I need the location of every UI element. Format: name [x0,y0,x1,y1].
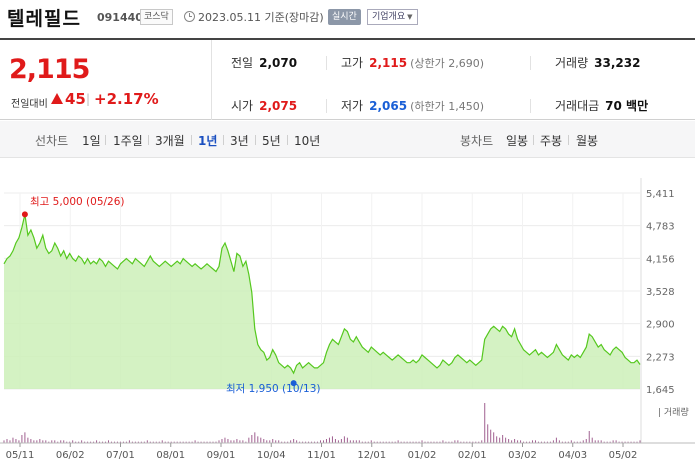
y-tick-label: 4,783 [646,222,675,233]
high-point-marker [21,211,28,218]
stat-sub: (하한가 1,450) [410,100,484,113]
x-tick-label: 08/01 [156,450,185,461]
tab-divider [287,135,288,145]
high-annotation: 최고 5,000 (05/26) [30,196,125,208]
x-tick-label: 04/03 [558,450,587,461]
stat-value: 2,070 [259,56,298,70]
stock-name: 텔레필드 [7,8,81,30]
stat-value: 70 백만 [605,99,649,113]
stat-open: 시가 2,075 [231,97,297,114]
tab-1y[interactable]: 1년 [198,132,217,149]
clock-icon [184,11,195,22]
y-tick-label: 2,900 [646,320,675,331]
tab-divider [533,135,534,145]
y-tick-label: 4,156 [646,254,675,265]
quote-summary: 2,115 전일대비 45 | +2.17% 전일 2,070 고가 2,115 (상… [0,38,695,120]
stat-prev-close: 전일 2,070 [231,54,297,71]
company-overview-label: 기업개요 [372,12,406,22]
stat-label: 시가 [231,99,254,113]
stock-header: 텔레필드 091440 코스닥 2023.05.11 기준(장마감) 실시간 기… [0,0,695,38]
y-tick-label: 5,411 [646,189,675,200]
x-tick-label: 07/01 [106,450,135,461]
x-tick-label: 01/02 [408,450,437,461]
change-label: 전일대비 [11,99,48,110]
stat-label: 거래대금 [555,99,600,113]
tab-monthly[interactable]: 월봉 [576,132,598,149]
stat-high: 고가 2,115 (상한가 2,690) [341,54,484,71]
x-tick-label: 09/01 [207,450,236,461]
stat-value: 33,232 [594,56,641,70]
divider [530,99,531,113]
price-box: 2,115 전일대비 45 | +2.17% [0,40,212,120]
tab-weekly[interactable]: 주봉 [540,132,562,149]
chart-tabs: 선차트 1일 1주일 3개월 1년 3년 5년 10년 봉차트 일봉 주봉 월봉 [0,121,695,158]
stat-label: 저가 [341,99,364,113]
stat-value: 2,075 [259,99,298,113]
tab-3y[interactable]: 3년 [230,132,249,149]
stat-value: 2,065 [369,99,408,113]
volume-label: | 거래량 [658,406,689,418]
current-price: 2,115 [9,54,90,85]
tab-3m[interactable]: 3개월 [155,132,185,149]
y-tick-label: 1,645 [646,385,675,396]
x-tick-label: 05/11 [6,450,35,461]
market-badge: 코스닥 [140,9,173,25]
divider [326,99,327,113]
y-tick-label: 3,528 [646,287,675,298]
price-chart: 5,411 4,783 4,156 3,528 2,900 2,273 1,645 최고 5,… [0,158,695,473]
candle-chart-label: 봉차트 [460,134,494,148]
change-amount: 45 [65,90,86,108]
x-tick-label: 03/02 [508,450,537,461]
x-tick-label: 11/01 [307,450,336,461]
y-tick-label: 2,273 [646,352,675,363]
tab-divider [223,135,224,145]
stock-code: 091440 [97,11,143,24]
divider [326,56,327,70]
stat-label: 전일 [231,56,254,70]
x-tick-label: 12/01 [357,450,386,461]
x-tick-label: 05/02 [609,450,638,461]
tab-daily[interactable]: 일봉 [506,132,528,149]
x-tick-label: 10/04 [257,450,286,461]
change-divider: | [86,92,91,106]
stat-label: 거래량 [555,56,589,70]
triangle-up-icon [51,93,63,104]
tab-1w[interactable]: 1주일 [113,132,143,149]
realtime-button[interactable]: 실시간 [328,9,361,25]
x-tick-label: 02/01 [458,450,487,461]
as-of-date: 2023.05.11 기준(장마감) [198,11,324,24]
tab-10y[interactable]: 10년 [294,132,320,149]
tab-1d[interactable]: 1일 [82,132,101,149]
chevron-down-icon: ▼ [407,13,413,21]
tab-divider [191,135,192,145]
tab-divider [148,135,149,145]
x-tick-label: 06/02 [56,450,85,461]
divider [530,56,531,70]
tab-divider [255,135,256,145]
low-annotation: 최저 1,950 (10/13) [226,383,321,395]
price-chart-svg: 5,411 4,783 4,156 3,528 2,900 2,273 1,645 최고 5,… [0,178,695,461]
stat-sub: (상한가 2,690) [410,57,484,70]
stat-label: 고가 [341,56,364,70]
stat-low: 저가 2,065 (하한가 1,450) [341,97,484,114]
tab-divider [568,135,569,145]
stat-volume: 거래량 33,232 [555,54,640,71]
tab-divider [105,135,106,145]
stat-value: 2,115 [369,56,408,70]
company-overview-button[interactable]: 기업개요 ▼ [367,9,418,25]
line-chart-label: 선차트 [35,134,69,148]
tab-5y[interactable]: 5년 [262,132,281,149]
stat-amount: 거래대금 70 백만 [555,97,648,114]
change-percent: +2.17% [94,90,159,108]
